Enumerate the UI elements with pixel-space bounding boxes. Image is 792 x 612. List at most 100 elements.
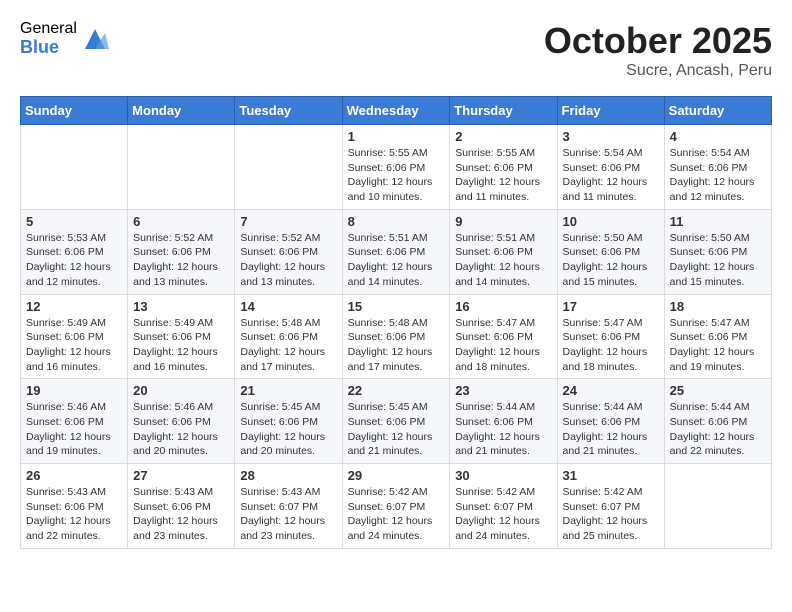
day-number: 14 [240,299,336,314]
day-info: Sunrise: 5:48 AM Sunset: 6:06 PM Dayligh… [240,316,336,375]
day-number: 6 [133,214,229,229]
calendar-header-row: SundayMondayTuesdayWednesdayThursdayFrid… [21,97,772,125]
calendar-week-row: 19 Sunrise: 5:46 AM Sunset: 6:06 PM Dayli… [21,379,772,464]
day-number: 26 [26,468,122,483]
calendar-cell: 1 Sunrise: 5:55 AM Sunset: 6:06 PM Daylig… [342,125,450,210]
day-number: 27 [133,468,229,483]
calendar-cell: 13 Sunrise: 5:49 AM Sunset: 6:06 PM Dayli… [128,294,235,379]
calendar-cell: 30 Sunrise: 5:42 AM Sunset: 6:07 PM Dayli… [450,464,557,549]
day-info: Sunrise: 5:51 AM Sunset: 6:06 PM Dayligh… [348,231,445,290]
day-number: 19 [26,383,122,398]
calendar-cell: 23Sunrise: 5:44 AM Sunset: 6:06 PM Dayli… [450,379,557,464]
day-number: 3 [563,129,659,144]
day-number: 28 [240,468,336,483]
day-info: Sunrise: 5:54 AM Sunset: 6:06 PM Dayligh… [670,146,766,205]
day-info: Sunrise: 5:49 AM Sunset: 6:06 PM Dayligh… [133,316,229,375]
day-info: Sunrise: 5:44 AM Sunset: 6:06 PM Dayligh… [455,400,551,459]
day-info: Sunrise: 5:55 AM Sunset: 6:06 PM Dayligh… [455,146,551,205]
calendar-cell: 17 Sunrise: 5:47 AM Sunset: 6:06 PM Dayli… [557,294,664,379]
calendar-table: SundayMondayTuesdayWednesdayThursdayFrid… [20,96,772,549]
calendar-cell: 19 Sunrise: 5:46 AM Sunset: 6:06 PM Dayli… [21,379,128,464]
day-number: 1 [348,129,445,144]
column-header-saturday: Saturday [664,97,771,125]
page-header: General Blue October 2025 Sucre, Ancash,… [20,20,772,80]
day-number: 9 [455,214,551,229]
day-info: Sunrise: 5:43 AM Sunset: 6:07 PM Dayligh… [240,485,336,544]
day-number: 18 [670,299,766,314]
calendar-cell: 15Sunrise: 5:48 AM Sunset: 6:06 PM Dayli… [342,294,450,379]
day-info: Sunrise: 5:47 AM Sunset: 6:06 PM Dayligh… [455,316,551,375]
calendar-cell: 16 Sunrise: 5:47 AM Sunset: 6:06 PM Dayli… [450,294,557,379]
calendar-cell: 22 Sunrise: 5:45 AM Sunset: 6:06 PM Dayli… [342,379,450,464]
day-info: Sunrise: 5:42 AM Sunset: 6:07 PM Dayligh… [455,485,551,544]
calendar-cell: 31 Sunrise: 5:42 AM Sunset: 6:07 PM Dayli… [557,464,664,549]
day-number: 8 [348,214,445,229]
day-number: 25 [670,383,766,398]
day-info: Sunrise: 5:45 AM Sunset: 6:06 PM Dayligh… [240,400,336,459]
day-info: Sunrise: 5:47 AM Sunset: 6:06 PM Dayligh… [670,316,766,375]
calendar-cell [664,464,771,549]
calendar-cell: 25Sunrise: 5:44 AM Sunset: 6:06 PM Dayli… [664,379,771,464]
calendar-cell [235,125,342,210]
calendar-cell: 3Sunrise: 5:54 AM Sunset: 6:06 PM Daylig… [557,125,664,210]
day-info: Sunrise: 5:46 AM Sunset: 6:06 PM Dayligh… [26,400,122,459]
calendar-cell: 27Sunrise: 5:43 AM Sunset: 6:06 PM Dayli… [128,464,235,549]
day-number: 16 [455,299,551,314]
calendar-cell: 7Sunrise: 5:52 AM Sunset: 6:06 PM Daylig… [235,209,342,294]
calendar-week-row: 5Sunrise: 5:53 AM Sunset: 6:06 PM Daylig… [21,209,772,294]
day-info: Sunrise: 5:50 AM Sunset: 6:06 PM Dayligh… [563,231,659,290]
day-info: Sunrise: 5:52 AM Sunset: 6:06 PM Dayligh… [240,231,336,290]
column-header-wednesday: Wednesday [342,97,450,125]
column-header-tuesday: Tuesday [235,97,342,125]
day-number: 12 [26,299,122,314]
column-header-thursday: Thursday [450,97,557,125]
day-number: 30 [455,468,551,483]
calendar-cell: 21 Sunrise: 5:45 AM Sunset: 6:06 PM Dayli… [235,379,342,464]
logo-blue: Blue [20,38,77,58]
day-info: Sunrise: 5:49 AM Sunset: 6:06 PM Dayligh… [26,316,122,375]
calendar-cell: 12 Sunrise: 5:49 AM Sunset: 6:06 PM Dayli… [21,294,128,379]
calendar-cell: 6 Sunrise: 5:52 AM Sunset: 6:06 PM Daylig… [128,209,235,294]
logo-general: General [20,20,77,38]
logo-text: General Blue [20,20,77,57]
day-info: Sunrise: 5:47 AM Sunset: 6:06 PM Dayligh… [563,316,659,375]
calendar-cell: 24Sunrise: 5:44 AM Sunset: 6:06 PM Dayli… [557,379,664,464]
day-info: Sunrise: 5:42 AM Sunset: 6:07 PM Dayligh… [348,485,445,544]
calendar-cell: 2 Sunrise: 5:55 AM Sunset: 6:06 PM Daylig… [450,125,557,210]
day-number: 11 [670,214,766,229]
calendar-cell: 5Sunrise: 5:53 AM Sunset: 6:06 PM Daylig… [21,209,128,294]
logo-icon [81,25,109,53]
day-number: 21 [240,383,336,398]
day-number: 22 [348,383,445,398]
day-number: 29 [348,468,445,483]
calendar-cell: 20 Sunrise: 5:46 AM Sunset: 6:06 PM Dayli… [128,379,235,464]
calendar-cell: 4 Sunrise: 5:54 AM Sunset: 6:06 PM Daylig… [664,125,771,210]
logo: General Blue [20,20,109,57]
day-number: 31 [563,468,659,483]
location-subtitle: Sucre, Ancash, Peru [544,62,772,80]
calendar-week-row: 26 Sunrise: 5:43 AM Sunset: 6:06 PM Dayli… [21,464,772,549]
column-header-monday: Monday [128,97,235,125]
calendar-cell: 18 Sunrise: 5:47 AM Sunset: 6:06 PM Dayli… [664,294,771,379]
day-number: 4 [670,129,766,144]
day-info: Sunrise: 5:43 AM Sunset: 6:06 PM Dayligh… [26,485,122,544]
day-number: 2 [455,129,551,144]
day-info: Sunrise: 5:55 AM Sunset: 6:06 PM Dayligh… [348,146,445,205]
title-section: October 2025 Sucre, Ancash, Peru [544,20,772,80]
day-number: 17 [563,299,659,314]
day-info: Sunrise: 5:50 AM Sunset: 6:06 PM Dayligh… [670,231,766,290]
day-number: 10 [563,214,659,229]
day-number: 13 [133,299,229,314]
day-info: Sunrise: 5:45 AM Sunset: 6:06 PM Dayligh… [348,400,445,459]
calendar-week-row: 12 Sunrise: 5:49 AM Sunset: 6:06 PM Dayli… [21,294,772,379]
day-info: Sunrise: 5:46 AM Sunset: 6:06 PM Dayligh… [133,400,229,459]
calendar-cell: 10 Sunrise: 5:50 AM Sunset: 6:06 PM Dayli… [557,209,664,294]
day-info: Sunrise: 5:52 AM Sunset: 6:06 PM Dayligh… [133,231,229,290]
day-info: Sunrise: 5:42 AM Sunset: 6:07 PM Dayligh… [563,485,659,544]
day-number: 20 [133,383,229,398]
calendar-cell [128,125,235,210]
calendar-cell: 26 Sunrise: 5:43 AM Sunset: 6:06 PM Dayli… [21,464,128,549]
calendar-cell: 28 Sunrise: 5:43 AM Sunset: 6:07 PM Dayli… [235,464,342,549]
day-info: Sunrise: 5:53 AM Sunset: 6:06 PM Dayligh… [26,231,122,290]
calendar-cell: 8 Sunrise: 5:51 AM Sunset: 6:06 PM Daylig… [342,209,450,294]
